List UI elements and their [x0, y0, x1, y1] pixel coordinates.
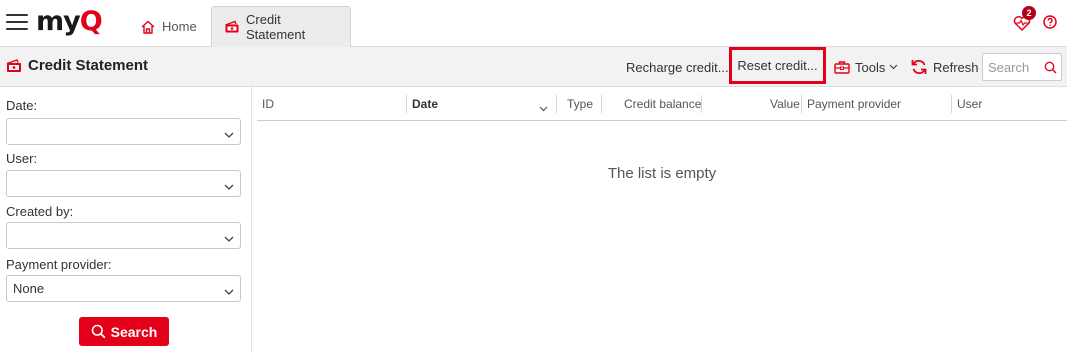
search-icon[interactable]: [1044, 61, 1057, 74]
recharge-credit-button[interactable]: Recharge credit...: [622, 53, 733, 81]
tools-menu-button[interactable]: Tools: [830, 53, 902, 81]
column-divider[interactable]: [701, 95, 702, 113]
search-box[interactable]: [982, 53, 1062, 81]
credit-statement-icon: [224, 19, 240, 35]
user-filter-select[interactable]: [6, 170, 241, 197]
refresh-icon: [910, 58, 928, 76]
column-header-user[interactable]: User: [957, 97, 982, 111]
toolbox-icon: [834, 60, 850, 74]
page-title-text: Credit Statement: [28, 57, 149, 74]
search-button[interactable]: Search: [79, 317, 169, 346]
logo-text: myQ: [36, 6, 103, 37]
column-header-credit-balance[interactable]: Credit balance: [624, 97, 701, 111]
help-button[interactable]: [1043, 15, 1059, 31]
tab-home[interactable]: Home: [128, 6, 210, 47]
tab-credit-statement-label: Credit Statement: [246, 12, 306, 42]
tools-label: Tools: [855, 59, 886, 75]
payment-provider-filter-select[interactable]: None: [6, 275, 241, 302]
user-filter-label: User:: [6, 151, 38, 166]
column-divider[interactable]: [556, 95, 557, 113]
grid-header: ID Date Type Credit balance Value Paymen…: [257, 87, 1067, 121]
column-header-value[interactable]: Value: [770, 97, 800, 111]
chevron-down-icon: [224, 284, 234, 299]
search-button-label: Search: [110, 323, 158, 340]
column-header-payment-provider[interactable]: Payment provider: [807, 97, 901, 111]
help-circle-icon: [1043, 15, 1057, 29]
payment-provider-filter-value: None: [13, 281, 45, 296]
column-header-type[interactable]: Type: [567, 97, 593, 111]
search-icon: [91, 324, 106, 339]
column-header-id[interactable]: ID: [262, 97, 274, 111]
column-divider[interactable]: [406, 95, 407, 113]
health-badge: 2: [1022, 6, 1036, 20]
health-check-button[interactable]: 2: [1013, 6, 1036, 32]
page-title: Credit Statement: [6, 57, 148, 74]
filter-panel: Date: User: Created by: Payment provider…: [0, 87, 252, 353]
refresh-label: Refresh: [933, 59, 979, 75]
chevron-down-icon: [224, 231, 234, 246]
payment-provider-filter-label: Payment provider:: [6, 257, 112, 272]
column-divider[interactable]: [951, 95, 952, 113]
date-filter-label: Date:: [6, 98, 38, 113]
home-icon: [140, 19, 156, 35]
chevron-down-icon: [224, 127, 234, 142]
empty-list-message: The list is empty: [607, 165, 717, 182]
hamburger-menu-icon[interactable]: [6, 14, 28, 32]
recharge-credit-label: Recharge credit...: [626, 59, 729, 75]
column-header-date[interactable]: Date: [412, 97, 438, 111]
tab-home-label: Home: [162, 19, 197, 34]
reset-credit-label: Reset credit...: [737, 58, 818, 73]
refresh-button[interactable]: Refresh: [906, 53, 983, 81]
credit-statement-grid: ID Date Type Credit balance Value Paymen…: [257, 87, 1067, 353]
column-divider[interactable]: [601, 95, 602, 113]
search-input[interactable]: [988, 59, 1042, 75]
myq-logo[interactable]: myQ: [36, 6, 103, 37]
reset-credit-button[interactable]: Reset credit...: [729, 47, 826, 84]
date-filter-select[interactable]: [6, 118, 241, 145]
chevron-down-icon[interactable]: [539, 100, 548, 115]
top-bar: myQ Home Credit Statement 2: [0, 0, 1067, 47]
column-divider[interactable]: [801, 95, 802, 113]
created-by-filter-select[interactable]: [6, 222, 241, 249]
chevron-down-icon: [889, 64, 898, 70]
created-by-filter-label: Created by:: [6, 204, 74, 219]
chevron-down-icon: [224, 179, 234, 194]
tab-credit-statement[interactable]: Credit Statement: [211, 6, 351, 47]
toolbar: Credit Statement Recharge credit... Rese…: [0, 47, 1067, 87]
credit-statement-icon: [6, 58, 23, 73]
